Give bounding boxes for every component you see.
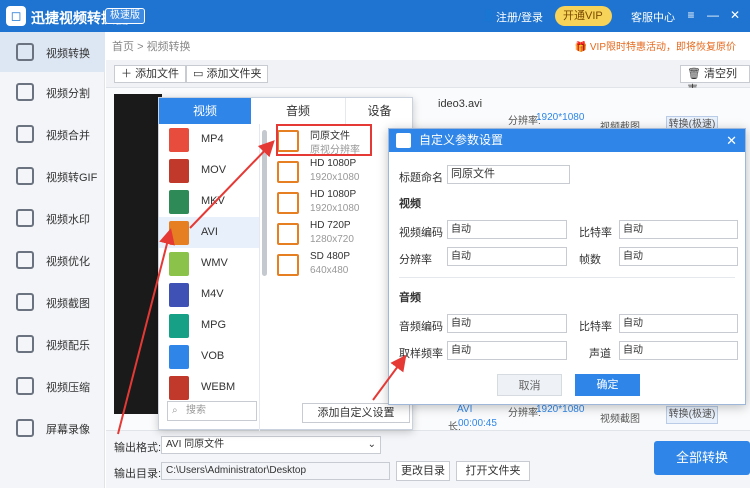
annotation-arrows [117,140,407,435]
arrow-to-dialog [372,354,407,401]
arrow-to-preset [189,140,275,229]
arrow-to-avi [117,228,175,435]
